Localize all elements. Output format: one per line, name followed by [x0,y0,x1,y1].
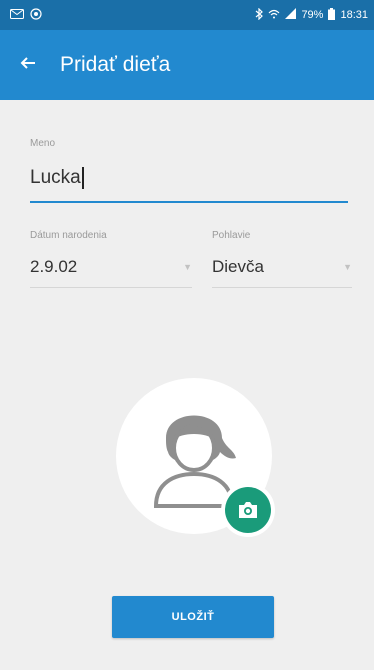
message-icon [10,8,24,22]
gender-value: Dievča [212,257,264,276]
back-button[interactable] [0,30,56,100]
arrow-left-icon [20,55,36,76]
camera-icon [239,502,257,518]
gender-underline [212,287,352,288]
camera-button-fill [225,487,271,533]
birth-date-select[interactable]: 2.9.02 ▼ [30,253,192,281]
name-label: Meno [30,138,56,149]
gender-select[interactable]: Dievča ▼ [212,253,352,281]
name-input[interactable]: Lucka [30,163,348,193]
status-left-icons [10,7,42,23]
dropdown-arrow-icon: ▼ [183,262,192,272]
name-field[interactable]: Meno Lucka [30,138,348,203]
wifi-icon [268,9,280,22]
avatar[interactable] [116,378,275,537]
status-bar: 79% 18:31 [0,0,374,30]
location-icon [30,7,42,23]
birth-date-label: Dátum narodenia [30,230,107,241]
signal-icon [285,8,297,22]
dropdown-arrow-icon: ▼ [343,262,352,272]
name-underline [30,201,348,203]
clock: 18:31 [340,9,368,21]
status-right-icons: 79% 18:31 [255,7,368,23]
change-photo-button[interactable] [221,483,275,537]
birth-date-field[interactable]: Dátum narodenia 2.9.02 ▼ [30,230,192,288]
name-value: Lucka [30,167,81,188]
save-button[interactable]: ULOŽIŤ [112,596,274,638]
add-child-form: Meno Lucka Dátum narodenia 2.9.02 ▼ Pohl… [0,100,374,670]
bluetooth-icon [255,7,264,23]
battery-percentage: 79% [301,9,324,21]
birth-date-underline [30,287,192,288]
birth-date-value: 2.9.02 [30,257,78,276]
gender-field[interactable]: Pohlavie Dievča ▼ [212,230,352,288]
battery-icon [328,7,336,23]
page-title: Pridať dieťa [60,53,171,76]
gender-label: Pohlavie [212,230,251,241]
text-cursor [81,167,84,189]
app-bar: Pridať dieťa [0,30,374,100]
